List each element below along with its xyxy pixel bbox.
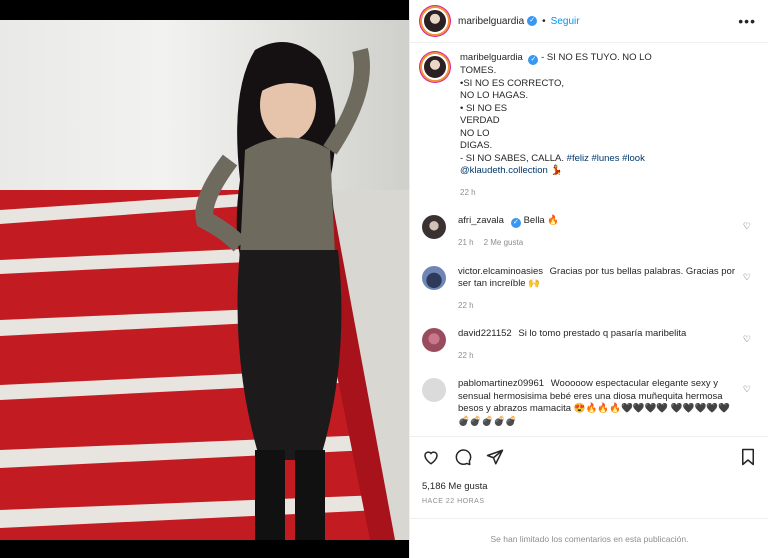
post-actions: 5,186 Me gusta HACE 22 HORAS [410,436,768,505]
comment-time[interactable]: 22 h [458,350,474,363]
comment-text: Bella 🔥 [523,215,560,226]
comment-time[interactable]: 22 h [458,300,474,313]
comment-author[interactable]: afri_zavala [458,215,504,226]
share-icon[interactable] [486,448,504,466]
comment-item: afri_zavala ✓ Bella 🔥 21 h 2 Me gusta ♡ [422,215,757,250]
comment-text: Si lo tomo prestado q pasaría maribelita [518,328,687,339]
comment-author[interactable]: victor.elcaminoasies [458,266,543,277]
comment-like-heart-icon[interactable]: ♡ [743,221,751,232]
commenter-avatar[interactable] [422,328,446,352]
verified-badge-icon: ✓ [510,218,521,228]
author-username[interactable]: maribelguardia [458,16,524,27]
follow-button[interactable]: Seguir [551,16,580,27]
caption-line: DIGAS. [460,140,493,151]
more-options-icon[interactable]: ••• [738,13,756,29]
commenter-avatar[interactable] [422,215,446,239]
comment-item: pablomartinez09961 Wooooow espectacular … [422,378,757,428]
comments-limited-notice: Se han limitado los comentarios en esta … [410,518,768,558]
caption-line: NO LO [460,127,490,139]
comment-like-heart-icon[interactable]: ♡ [743,334,751,345]
caption-line: • SI NO ES [460,102,508,114]
comment-item: victor.elcaminoasies Gracias por tus bel… [422,265,757,313]
caption-time[interactable]: 22 h [460,187,476,200]
bookmark-icon[interactable] [739,448,757,466]
caption-line: - SI NO SABES, CALLA. [460,152,565,164]
verified-badge-icon: ✓ [528,55,539,65]
caption-hashtags[interactable]: #feliz #lunes #look [567,153,645,164]
comment-likes[interactable]: 2 Me gusta [484,237,524,250]
verified-badge-icon: ✓ [527,16,538,26]
caption-line: NO LO HAGAS. [460,90,529,101]
caption-mention[interactable]: @klaudeth.collection [460,165,548,176]
caption-author-avatar[interactable] [422,54,448,80]
comment-like-heart-icon[interactable]: ♡ [743,272,751,283]
comment-author[interactable]: pablomartinez09961 [458,378,544,389]
post-side-panel: maribelguardia ✓ • Seguir ••• maribelgua… [409,0,768,558]
author-avatar[interactable] [422,8,448,34]
comment-icon[interactable] [454,448,472,466]
caption-line: VERDAD [460,115,500,126]
post-modal: maribelguardia ✓ • Seguir ••• maribelgua… [0,0,768,558]
likes-count[interactable]: 5,186 Me gusta [422,481,757,492]
comment-time[interactable]: 21 h [458,237,474,250]
comment-item: david221152 Si lo tomo prestado q pasarí… [422,328,757,362]
post-header: maribelguardia ✓ • Seguir ••• [410,0,768,43]
comment-author[interactable]: david221152 [458,328,512,339]
post-caption: maribelguardia ✓ - SI NO ES TUYO. NO LO … [422,44,757,199]
commenter-avatar[interactable] [422,265,446,290]
caption-text: maribelguardia ✓ - SI NO ES TUYO. NO LO … [460,52,690,199]
caption-line: - SI NO ES TUYO. NO LO [541,52,652,63]
comments-list[interactable]: maribelguardia ✓ - SI NO ES TUYO. NO LO … [410,44,768,436]
post-photo[interactable] [0,20,409,540]
commenter-avatar[interactable] [422,378,446,402]
caption-emoji: 💃 [550,165,563,176]
comment-like-heart-icon[interactable]: ♡ [743,384,751,395]
caption-author[interactable]: maribelguardia [460,52,523,63]
separator-dot: • [542,15,546,27]
woman-figure [195,42,370,540]
heart-icon[interactable] [422,448,440,466]
caption-line: TOMES. [460,65,497,76]
caption-line: •SI NO ES CORRECTO, [460,77,564,89]
post-time-ago[interactable]: HACE 22 HORAS [422,498,757,505]
